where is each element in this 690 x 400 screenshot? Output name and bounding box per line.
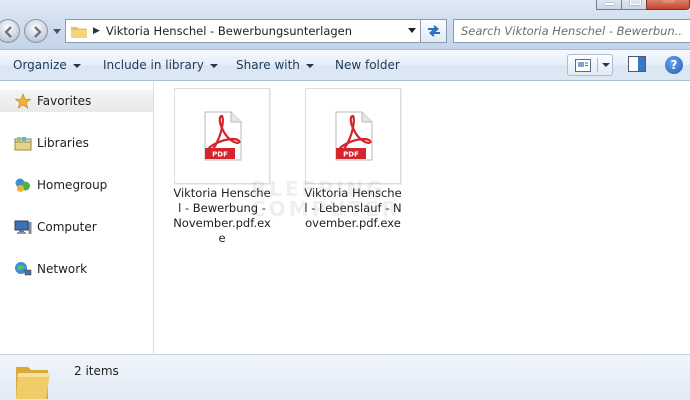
nav-item-label: Favorites: [37, 94, 92, 108]
address-bar-region: ▶ Viktoria Henschel - Bewerbungsunterlag…: [0, 0, 690, 50]
refresh-button[interactable]: [421, 19, 447, 43]
file-item[interactable]: PDF Viktoria Henschel - Bewerbung - Nove…: [172, 88, 272, 246]
view-dropdown-icon[interactable]: [602, 63, 610, 67]
window-controls: [596, 0, 690, 10]
nav-item-favorites[interactable]: Favorites: [0, 90, 153, 112]
share-with-button[interactable]: Share with: [236, 58, 314, 72]
arrow-left-icon: [4, 26, 12, 38]
details-pane: 2 items: [0, 354, 690, 400]
pdf-file-icon: PDF: [335, 111, 373, 161]
include-in-library-button[interactable]: Include in library: [103, 58, 218, 72]
chevron-down-icon: [72, 63, 81, 68]
new-folder-label: New folder: [335, 58, 400, 72]
preview-pane-icon[interactable]: [628, 56, 646, 72]
breadcrumb-current-folder[interactable]: Viktoria Henschel - Bewerbungsunterlagen: [106, 24, 352, 38]
view-tiles-icon: [575, 59, 591, 72]
nav-item-label: Network: [37, 262, 88, 276]
nav-item-computer[interactable]: Computer: [0, 216, 153, 238]
new-folder-button[interactable]: New folder: [335, 58, 400, 72]
file-thumbnail[interactable]: PDF: [305, 88, 401, 184]
address-field[interactable]: ▶ Viktoria Henschel - Bewerbungsunterlag…: [65, 19, 421, 43]
nav-item-homegroup[interactable]: Homegroup: [0, 174, 153, 196]
maximize-button[interactable]: [621, 0, 647, 10]
nav-item-label: Libraries: [37, 136, 89, 150]
pdf-file-icon: PDF: [204, 111, 242, 161]
breadcrumb-separator-icon[interactable]: ▶: [93, 26, 100, 36]
pdf-badge: PDF: [343, 151, 359, 159]
organize-label: Organize: [13, 58, 67, 72]
command-bar: Organize Include in library Share with N…: [0, 50, 690, 81]
change-view-button[interactable]: [567, 54, 613, 76]
computer-icon: [14, 219, 32, 235]
help-button[interactable]: ?: [665, 56, 683, 74]
watermark: BLEEPING COMPUTER: [251, 179, 400, 219]
back-button[interactable]: [0, 19, 20, 43]
share-with-label: Share with: [236, 58, 300, 72]
homegroup-icon: [14, 177, 32, 193]
address-dropdown-icon[interactable]: [408, 28, 416, 33]
network-icon: [14, 261, 32, 277]
file-list: PDF Viktoria Henschel - Bewerbung - Nove…: [155, 82, 690, 354]
file-thumbnail[interactable]: PDF: [174, 88, 270, 184]
watermark-line-1: BLEEPING: [251, 177, 386, 201]
nav-item-label: Homegroup: [37, 178, 108, 192]
watermark-line-2: COMPUTER: [251, 197, 401, 221]
nav-item-label: Computer: [37, 220, 97, 234]
forward-button[interactable]: [24, 19, 48, 43]
minimize-button[interactable]: [596, 0, 622, 10]
include-in-library-label: Include in library: [103, 58, 204, 72]
history-dropdown-icon[interactable]: [53, 27, 61, 35]
item-count: 2 items: [74, 364, 119, 378]
refresh-icon: [427, 25, 440, 37]
organize-button[interactable]: Organize: [13, 58, 81, 72]
star-icon: [14, 93, 32, 109]
chevron-down-icon: [305, 63, 314, 68]
view-button-divider: [597, 58, 598, 72]
arrow-right-icon: [34, 26, 42, 38]
folder-icon: [16, 367, 50, 399]
search-input[interactable]: [461, 24, 683, 38]
nav-item-network[interactable]: Network: [0, 258, 153, 280]
folder-icon: [71, 26, 87, 38]
search-box[interactable]: [453, 19, 690, 43]
libraries-icon: [14, 135, 32, 151]
navigation-pane: Favorites Libraries Homegroup Computer N…: [0, 82, 154, 354]
close-button[interactable]: [646, 0, 690, 10]
chevron-down-icon: [209, 63, 218, 68]
pdf-badge: PDF: [212, 151, 228, 159]
nav-item-libraries[interactable]: Libraries: [0, 132, 153, 154]
